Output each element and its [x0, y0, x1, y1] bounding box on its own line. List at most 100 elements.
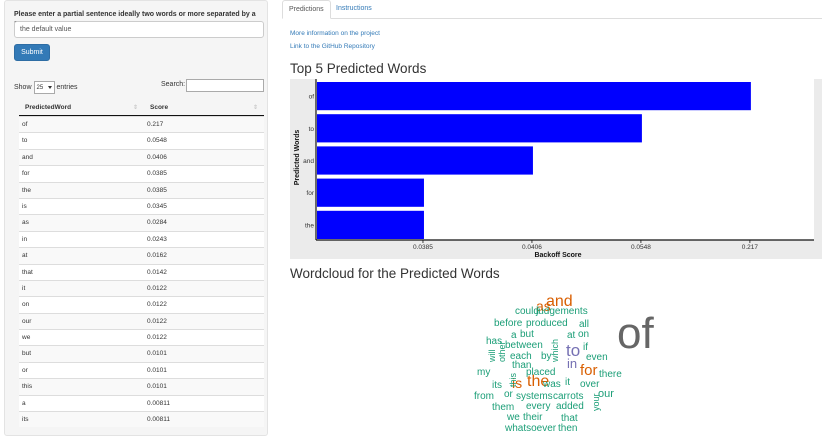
cell-score: 0.0122 — [147, 317, 167, 325]
x-tick-label: 0.217 — [742, 244, 759, 251]
column-header-predicted-word[interactable]: PredictedWord ⇕ — [19, 100, 144, 115]
table-row: our 0.0122 — [19, 312, 264, 330]
table-row: this 0.0101 — [19, 378, 264, 395]
column-header-score[interactable]: Score ⇕ — [144, 100, 264, 115]
wordcloud-word: then — [558, 423, 578, 434]
table-row: the 0.0385 — [19, 181, 264, 198]
wordcloud-word: between — [505, 340, 543, 351]
cell-score: 0.0101 — [147, 383, 167, 391]
cell-predicted-word: to — [22, 137, 28, 145]
page-length-control: Show 25 entries — [14, 81, 78, 94]
table-row: or 0.0101 — [19, 361, 264, 379]
table-row: that 0.0142 — [19, 263, 264, 280]
wordcloud-word: its — [492, 380, 502, 391]
bar-chart-svg: of to and for the 0.0385 0.0406 0.0548 0.217 Back… — [290, 79, 822, 259]
cell-predicted-word: is — [22, 202, 27, 210]
wordcloud-word: but — [520, 329, 534, 340]
cell-predicted-word: the — [22, 186, 32, 194]
table-row: a 0.00811 — [19, 394, 264, 412]
table-row: to 0.0548 — [19, 132, 264, 149]
cell-score: 0.0122 — [147, 334, 167, 342]
show-label: Show — [14, 84, 32, 91]
table-row: its 0.00811 — [19, 411, 264, 428]
sentence-input[interactable]: the default value — [14, 21, 264, 38]
cell-score: 0.0162 — [147, 252, 167, 260]
predictions-table: PredictedWord ⇕ Score ⇕ of 0.217 to 0.0548 a… — [19, 100, 264, 428]
bar-the — [317, 210, 424, 239]
y-tick-label: the — [305, 222, 314, 229]
entries-select[interactable]: 25 — [33, 81, 55, 94]
wordcloud-word: from — [474, 391, 494, 402]
cell-score: 0.0385 — [147, 170, 167, 178]
cell-predicted-word: this — [22, 383, 33, 391]
cell-score: 0.0406 — [147, 153, 167, 161]
wordcloud-word: for — [580, 362, 598, 379]
y-tick-label: to — [309, 126, 315, 133]
wordcloud-word: produced — [526, 318, 568, 329]
search-input[interactable] — [186, 79, 264, 92]
table-row: as 0.0284 — [19, 214, 264, 231]
wordcloud-word: every — [526, 401, 551, 412]
sort-icon: ⇕ — [132, 105, 138, 111]
x-tick-label: 0.0385 — [413, 244, 433, 251]
bar-and — [317, 146, 533, 175]
wordcloud-word: it — [565, 377, 570, 388]
cell-predicted-word: on — [22, 301, 30, 309]
wordcloud-word: will — [487, 349, 497, 363]
cell-score: 0.0284 — [147, 219, 167, 227]
tab-bar: Predictions Instructions — [282, 0, 822, 19]
wordcloud-word: my — [477, 367, 491, 378]
table-row: on 0.0122 — [19, 296, 264, 313]
wordcloud-word: your — [591, 393, 601, 411]
cell-score: 0.0101 — [147, 366, 167, 374]
cell-score: 0.0385 — [147, 186, 167, 194]
table-row: it 0.0122 — [19, 279, 264, 297]
wordcloud-word: before — [494, 318, 523, 329]
wordcloud-word: there — [599, 369, 622, 380]
y-tick-label: and — [303, 158, 314, 165]
wordcloud-word: in — [567, 356, 578, 371]
wordcloud-word: at — [567, 330, 576, 341]
top5-bar-chart: of to and for the 0.0385 0.0406 0.0548 0.217 Back… — [290, 79, 822, 259]
table-row: and 0.0406 — [19, 148, 264, 166]
bar-for — [317, 178, 424, 207]
wordcloud-word: was — [543, 379, 561, 390]
input-sidebar: Please enter a partial sentence ideally … — [4, 0, 268, 436]
y-tick-label: for — [306, 190, 314, 197]
entries-label: entries — [56, 84, 78, 91]
wordcloud-word: or — [504, 389, 513, 400]
more-info-link[interactable]: More information on the project — [290, 30, 380, 37]
wordcloud-title: Wordcloud for the Predicted Words — [290, 266, 500, 281]
tab-instructions[interactable]: Instructions — [330, 0, 378, 19]
cell-score: 0.0122 — [147, 284, 167, 292]
table-row: but 0.0101 — [19, 345, 264, 362]
x-axis-label: Backoff Score — [534, 252, 581, 259]
table-body: of 0.217 to 0.0548 and 0.0406 for 0.0385 the 0.03… — [19, 116, 264, 428]
cell-score: 0.0345 — [147, 202, 167, 210]
wordcloud-word: of — [617, 309, 654, 358]
wordcloud-word: which — [550, 338, 560, 362]
submit-button[interactable]: Submit — [14, 44, 50, 61]
cell-predicted-word: for — [22, 170, 30, 178]
cell-predicted-word: a — [22, 399, 26, 407]
cell-predicted-word: that — [22, 268, 33, 276]
cell-score: 0.0142 — [147, 268, 167, 276]
table-row: for 0.0385 — [19, 165, 264, 182]
github-link[interactable]: Link to the GitHub Repository — [290, 43, 375, 50]
table-row: is 0.0345 — [19, 197, 264, 215]
cell-score: 0.0548 — [147, 137, 167, 145]
cell-predicted-word: as — [22, 219, 29, 227]
cell-predicted-word: or — [22, 366, 28, 374]
table-header: PredictedWord ⇕ Score ⇕ — [19, 100, 264, 116]
table-row: we 0.0122 — [19, 329, 264, 346]
table-row: in 0.0243 — [19, 230, 264, 248]
cell-predicted-word: at — [22, 252, 28, 260]
cell-predicted-word: of — [22, 121, 28, 128]
cell-predicted-word: and — [22, 153, 33, 161]
cell-score: 0.0101 — [147, 350, 167, 358]
tab-predictions[interactable]: Predictions — [282, 0, 331, 19]
wordcloud-word: placed — [526, 367, 556, 378]
sort-icon: ⇕ — [252, 105, 258, 111]
top5-title: Top 5 Predicted Words — [290, 61, 427, 76]
wordcloud-word: added — [556, 401, 584, 412]
